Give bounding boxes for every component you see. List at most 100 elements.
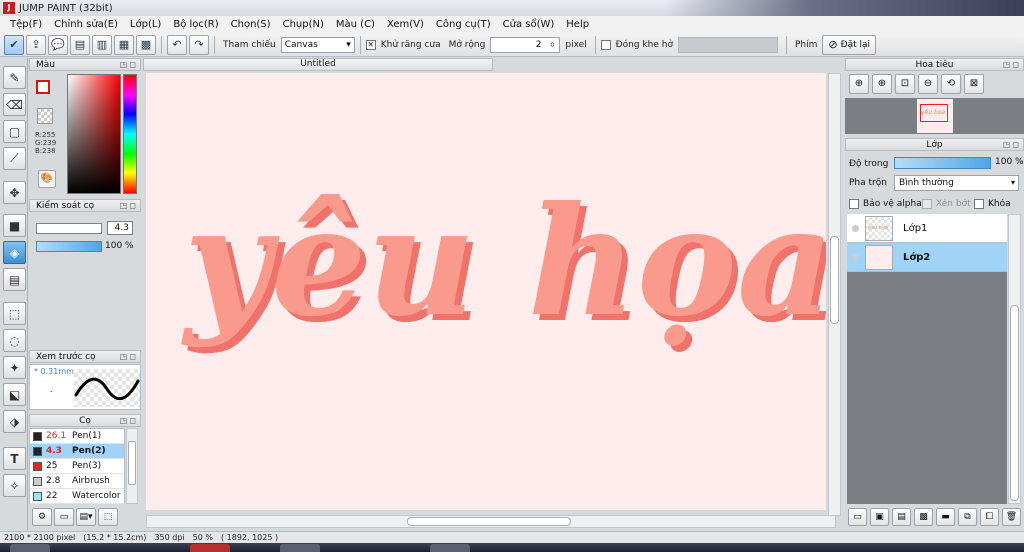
eyedropper-tool-icon[interactable]: ⟡	[3, 474, 26, 497]
rotate-icon[interactable]: ⟲	[941, 74, 961, 94]
brush-item[interactable]: 26.1 Pen(1)	[30, 429, 124, 444]
panel-controls-icon[interactable]: ◳◻	[120, 60, 138, 69]
zoom-out-icon[interactable]: ⊖	[918, 74, 938, 94]
menu-layer[interactable]: Lớp(L)	[124, 19, 167, 30]
brush-tool-icon[interactable]: ✎	[3, 66, 26, 89]
message-icon[interactable]: ▤	[70, 34, 90, 55]
panel-controls-icon[interactable]: ◳◻	[1003, 60, 1021, 69]
reset-button[interactable]: ⊘ Đặt lại	[822, 34, 876, 55]
blend-mode-select[interactable]: Bình thường ▾	[894, 175, 1019, 191]
scroll-thumb[interactable]	[1010, 305, 1019, 501]
drawing-canvas[interactable]: yêu họa yêu họa	[146, 73, 826, 510]
protect-alpha-checkbox[interactable]	[849, 199, 859, 209]
scroll-thumb[interactable]	[830, 236, 839, 324]
brush-menu-icon[interactable]: ▤▾	[76, 508, 96, 526]
navigator-preview[interactable]: yêu họa	[845, 98, 1024, 134]
zoom-in-icon[interactable]: ⊕	[872, 74, 892, 94]
brush-item[interactable]: 2.8 Airbrush	[30, 474, 124, 489]
scroll-thumb[interactable]	[128, 441, 136, 485]
menu-tools[interactable]: Công cụ(T)	[430, 19, 497, 30]
new-brush-icon[interactable]: ▭	[54, 508, 74, 526]
canvas-vertical-scrollbar[interactable]	[828, 73, 841, 516]
menu-capture[interactable]: Chụp(N)	[277, 19, 330, 30]
taskbar-item[interactable]	[10, 544, 50, 552]
layer-opacity-slider[interactable]	[894, 157, 991, 169]
brush-settings-icon[interactable]: ⚙	[32, 508, 52, 526]
zoom-actual-icon[interactable]: ⊕	[849, 74, 869, 94]
foreground-color-swatch[interactable]	[36, 80, 50, 94]
gradient-tool-icon[interactable]: ▤	[3, 268, 26, 291]
menu-color[interactable]: Màu (C)	[330, 19, 381, 30]
lasso-tool-icon[interactable]: ◌	[3, 329, 26, 352]
scroll-thumb[interactable]	[407, 517, 571, 526]
transparent-color-swatch[interactable]	[37, 108, 53, 124]
menu-window[interactable]: Cửa sổ(W)	[497, 19, 561, 30]
antialias-checkbox[interactable]: ✕	[365, 39, 376, 50]
protect-alpha-option[interactable]: Bảo vệ alpha	[849, 199, 922, 209]
document-icon[interactable]: ▦	[114, 34, 134, 55]
taskbar-item[interactable]	[280, 544, 320, 552]
move-tool-icon[interactable]: ✥	[3, 181, 26, 204]
saturation-value-picker[interactable]	[67, 74, 121, 194]
taskbar-item[interactable]	[190, 544, 230, 552]
panel-controls-icon[interactable]: ◳◻	[120, 201, 138, 210]
brush-item[interactable]: 25 Pen(3)	[30, 459, 124, 474]
taskbar-item[interactable]	[430, 544, 470, 552]
grid-icon[interactable]: ▩	[136, 34, 156, 55]
new-layer-icon[interactable]: ▭	[848, 508, 867, 526]
brush-list-scrollbar[interactable]	[126, 428, 138, 504]
new-layer-copy-icon[interactable]: ▣	[870, 508, 889, 526]
redo-icon[interactable]: ↷	[189, 34, 209, 55]
rect-tool-icon[interactable]: ▢	[3, 120, 26, 143]
menu-filter[interactable]: Bộ lọc(R)	[167, 19, 224, 30]
delete-layer-icon[interactable]: 🗑	[1002, 508, 1021, 526]
visibility-eye-icon[interactable]	[852, 224, 859, 232]
menu-edit[interactable]: Chỉnh sửa(E)	[48, 19, 124, 30]
comment-icon[interactable]: 💬	[48, 34, 68, 55]
brush-item[interactable]: 22 Watercolor (	[30, 489, 124, 504]
layer-item[interactable]: Lớp2	[847, 243, 1007, 272]
flip-icon[interactable]: ⊠	[964, 74, 984, 94]
lock-checkbox[interactable]	[974, 199, 984, 209]
layer-folder-icon[interactable]: ▬	[936, 508, 955, 526]
hue-slider[interactable]	[123, 74, 137, 194]
lock-option[interactable]: Khóa	[974, 199, 1011, 209]
layer-properties-icon[interactable]: ▤	[892, 508, 911, 526]
line-tool-icon[interactable]: ⟋	[3, 147, 26, 170]
menu-select[interactable]: Chọn(S)	[225, 19, 277, 30]
rect-select-tool-icon[interactable]: ⬚	[3, 302, 26, 325]
layer-texture-icon[interactable]: ▩	[914, 508, 933, 526]
select-pen-tool-icon[interactable]: ⬕	[3, 383, 26, 406]
brush-opacity-slider[interactable]	[36, 241, 102, 252]
bucket-fill-tool-icon[interactable]: ◈	[3, 241, 26, 264]
brush-edit-icon[interactable]: ⬚	[98, 508, 118, 526]
brush-item[interactable]: 4.3 Pen(2)	[30, 444, 124, 459]
fill-rect-tool-icon[interactable]: ■	[3, 214, 26, 237]
canvas-horizontal-scrollbar[interactable]	[146, 515, 836, 528]
close-gap-checkbox[interactable]	[600, 39, 611, 50]
brush-size-slider[interactable]	[36, 223, 102, 234]
layer-duplicate-icon[interactable]: ⧠	[980, 508, 999, 526]
text-tool-icon[interactable]: T	[3, 447, 26, 470]
layer-item[interactable]: yêu họa Lớp1	[847, 214, 1007, 243]
reference-select[interactable]: Canvas ▾	[280, 36, 355, 53]
menu-view[interactable]: Xem(V)	[381, 19, 430, 30]
page-icon[interactable]: ▥	[92, 34, 112, 55]
brush-size-input[interactable]: 4.3	[107, 221, 133, 235]
palette-icon[interactable]: 🎨	[38, 170, 56, 188]
menu-help[interactable]: Help	[560, 19, 595, 30]
expand-input[interactable]: 2 ⇳	[490, 36, 561, 53]
fit-window-icon[interactable]: ⊡	[895, 74, 915, 94]
panel-controls-icon[interactable]: ◳◻	[120, 352, 138, 361]
eraser-tool-icon[interactable]: ⌫	[3, 93, 26, 116]
undo-icon[interactable]: ↶	[167, 34, 187, 55]
document-tab[interactable]: Untitled	[143, 58, 493, 71]
panel-controls-icon[interactable]: ◳◻	[1003, 140, 1021, 149]
menu-file[interactable]: Tệp(F)	[4, 19, 48, 30]
check-icon[interactable]: ✔	[4, 34, 24, 55]
spinner-icon[interactable]: ⇳	[549, 41, 555, 49]
layer-list-scrollbar[interactable]	[1008, 214, 1021, 504]
layer-merge-icon[interactable]: ⧉	[958, 508, 977, 526]
magic-wand-tool-icon[interactable]: ✦	[3, 356, 26, 379]
share-icon[interactable]: ⇪	[26, 34, 46, 55]
